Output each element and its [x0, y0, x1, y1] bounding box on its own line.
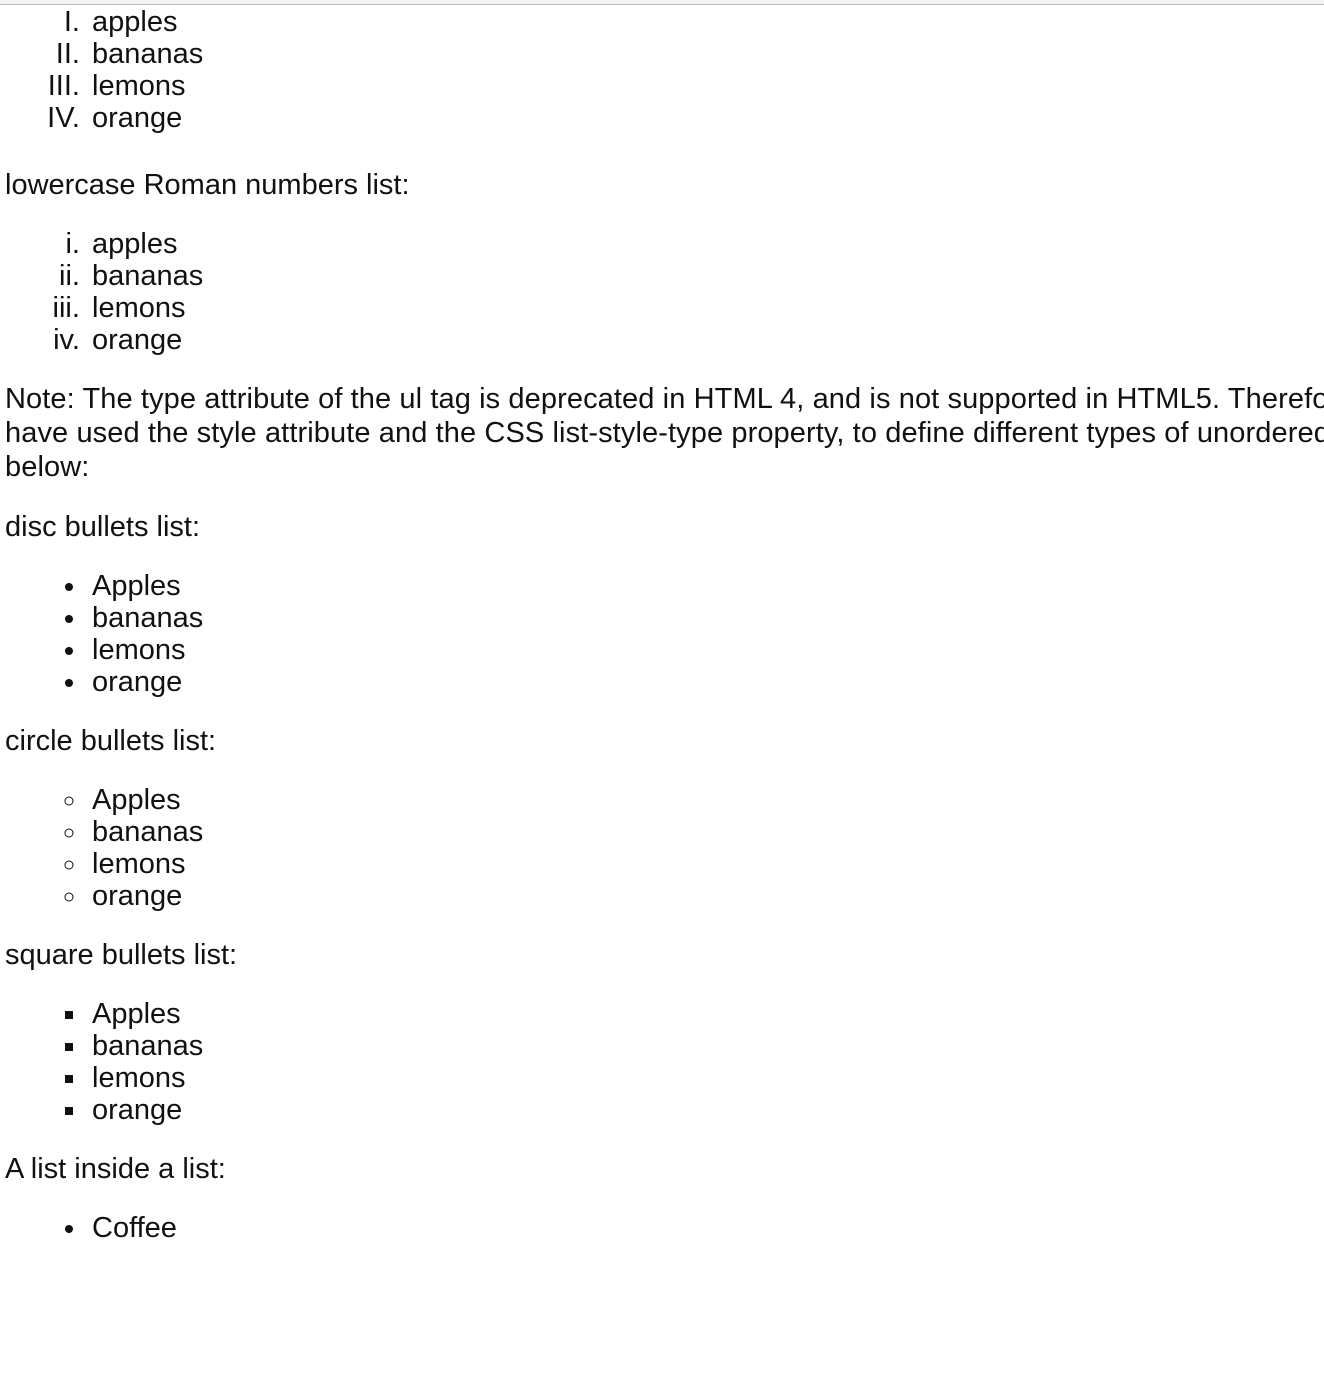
- lower-roman-list: applesbananaslemonsorange: [0, 228, 1324, 356]
- heading-circle-bullets: circle bullets list:: [5, 725, 217, 757]
- list-item: orange: [88, 880, 1324, 912]
- list-item: bananas: [88, 602, 1324, 634]
- document-body: applesbananaslemonsorangelowercase Roman…: [0, 6, 1324, 1244]
- list-item: apples: [88, 228, 1324, 260]
- list-item: Apples: [88, 784, 1324, 816]
- heading-nested-list: A list inside a list:: [5, 1153, 226, 1185]
- vertical-spacer: [0, 202, 1324, 228]
- list-item: bananas: [88, 816, 1324, 848]
- list-item: bananas: [88, 38, 1324, 70]
- note-paragraph: Note: The type attribute of the ul tag i…: [5, 383, 1324, 483]
- square-bullets-list: Applesbananaslemonsorange: [0, 998, 1324, 1126]
- upper-roman-list: applesbananaslemonsorange: [0, 6, 1324, 134]
- list-item: lemons: [88, 70, 1324, 102]
- list-item: Apples: [88, 570, 1324, 602]
- list-item: lemons: [88, 848, 1324, 880]
- list-item: orange: [88, 324, 1324, 356]
- list-item: lemons: [88, 292, 1324, 324]
- vertical-spacer: [0, 484, 1324, 510]
- vertical-spacer: [0, 356, 1324, 382]
- vertical-spacer: [0, 544, 1324, 570]
- list-item: Coffee: [88, 1212, 1324, 1244]
- heading-disc-bullets: disc bullets list:: [5, 511, 201, 543]
- circle-bullets-list: Applesbananaslemonsorange: [0, 784, 1324, 912]
- vertical-spacer: [0, 972, 1324, 998]
- vertical-spacer: [0, 758, 1324, 784]
- nested-outer-list: Coffee: [0, 1212, 1324, 1244]
- vertical-spacer: [0, 1186, 1324, 1212]
- heading-square-bullets: square bullets list:: [5, 939, 238, 971]
- vertical-spacer: [0, 698, 1324, 724]
- heading-lowercase-roman: lowercase Roman numbers list:: [5, 169, 410, 201]
- list-item: Apples: [88, 998, 1324, 1030]
- list-item: orange: [88, 1094, 1324, 1126]
- vertical-spacer: [0, 912, 1324, 938]
- list-item: lemons: [88, 1062, 1324, 1094]
- browser-chrome-strip: [0, 0, 1324, 5]
- list-item: apples: [88, 6, 1324, 38]
- list-item: orange: [88, 666, 1324, 698]
- disc-bullets-list: Applesbananaslemonsorange: [0, 570, 1324, 698]
- list-item: lemons: [88, 634, 1324, 666]
- list-item: bananas: [88, 1030, 1324, 1062]
- list-item: bananas: [88, 260, 1324, 292]
- list-item: orange: [88, 102, 1324, 134]
- vertical-spacer: [0, 134, 1324, 168]
- vertical-spacer: [0, 1126, 1324, 1152]
